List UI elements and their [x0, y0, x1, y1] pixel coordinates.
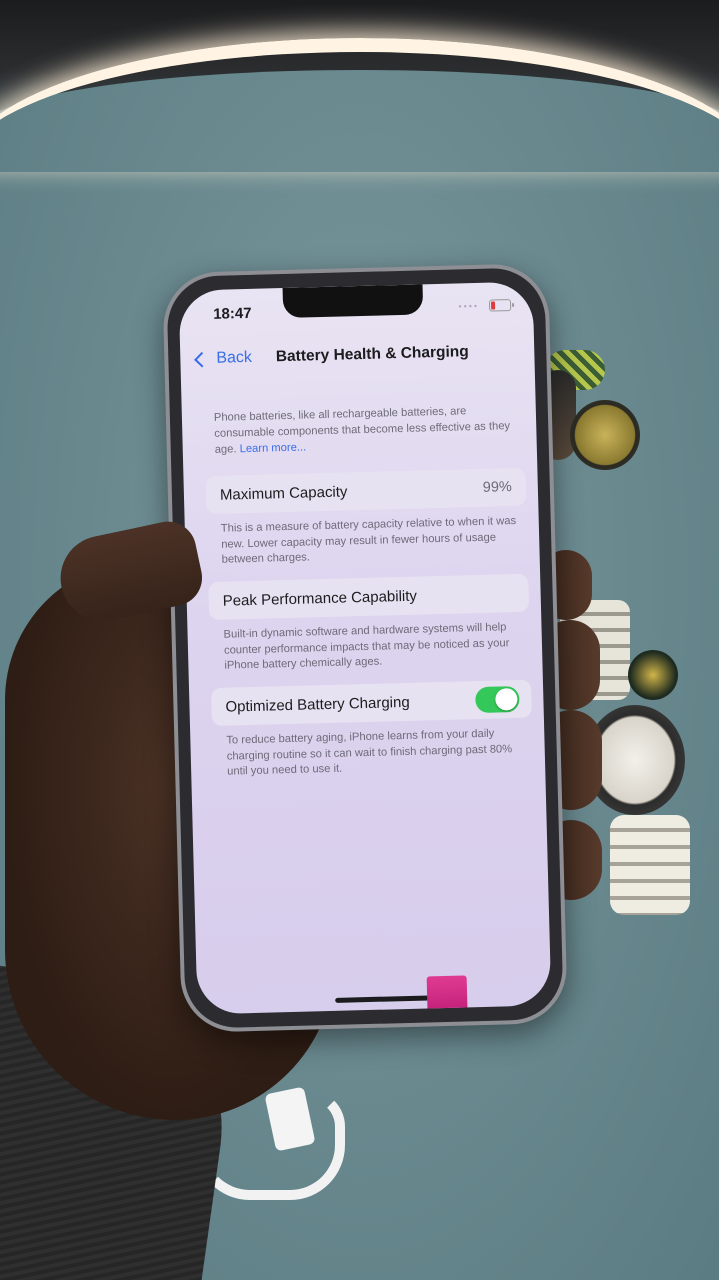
page-title: Battery Health & Charging	[275, 343, 469, 366]
watch-small	[628, 650, 678, 700]
signal-icon: ••••	[458, 300, 480, 312]
navigation-bar: Back Battery Health & Charging	[180, 337, 535, 376]
notch	[282, 284, 424, 319]
maximum-capacity-value: 99%	[482, 479, 513, 496]
toggle-knob	[495, 688, 518, 711]
watch-bracelet-lower	[610, 815, 690, 915]
photo-scene: 18:47 •••• Back Battery Health & Chargin…	[0, 0, 719, 1280]
optimized-charging-toggle[interactable]	[475, 685, 520, 714]
intro-text: Phone batteries, like all rechargeable b…	[214, 402, 515, 458]
peak-performance-label: Peak Performance Capability	[222, 587, 418, 610]
optimized-charging-footnote: To reduce battery aging, iPhone learns f…	[226, 727, 513, 778]
price-sticker	[426, 975, 468, 1015]
status-time: 18:47	[212, 304, 252, 323]
optimized-charging-label: Optimized Battery Charging	[225, 693, 410, 716]
maximum-capacity-label: Maximum Capacity	[219, 483, 348, 504]
optimized-charging-row: Optimized Battery Charging	[210, 679, 532, 727]
maximum-capacity-row: Maximum Capacity 99%	[205, 467, 527, 515]
peak-performance-row: Peak Performance Capability	[208, 573, 530, 621]
peak-performance-footnote: Built-in dynamic software and hardware s…	[223, 621, 510, 672]
phone-screen: 18:47 •••• Back Battery Health & Chargin…	[178, 281, 552, 1015]
battery-icon	[488, 299, 512, 312]
maximum-capacity-footnote: This is a measure of battery capacity re…	[220, 515, 517, 566]
watch-gold	[570, 400, 640, 470]
iphone: 18:47 •••• Back Battery Health & Chargin…	[162, 263, 568, 1033]
learn-more-link[interactable]: Learn more...	[239, 441, 306, 455]
